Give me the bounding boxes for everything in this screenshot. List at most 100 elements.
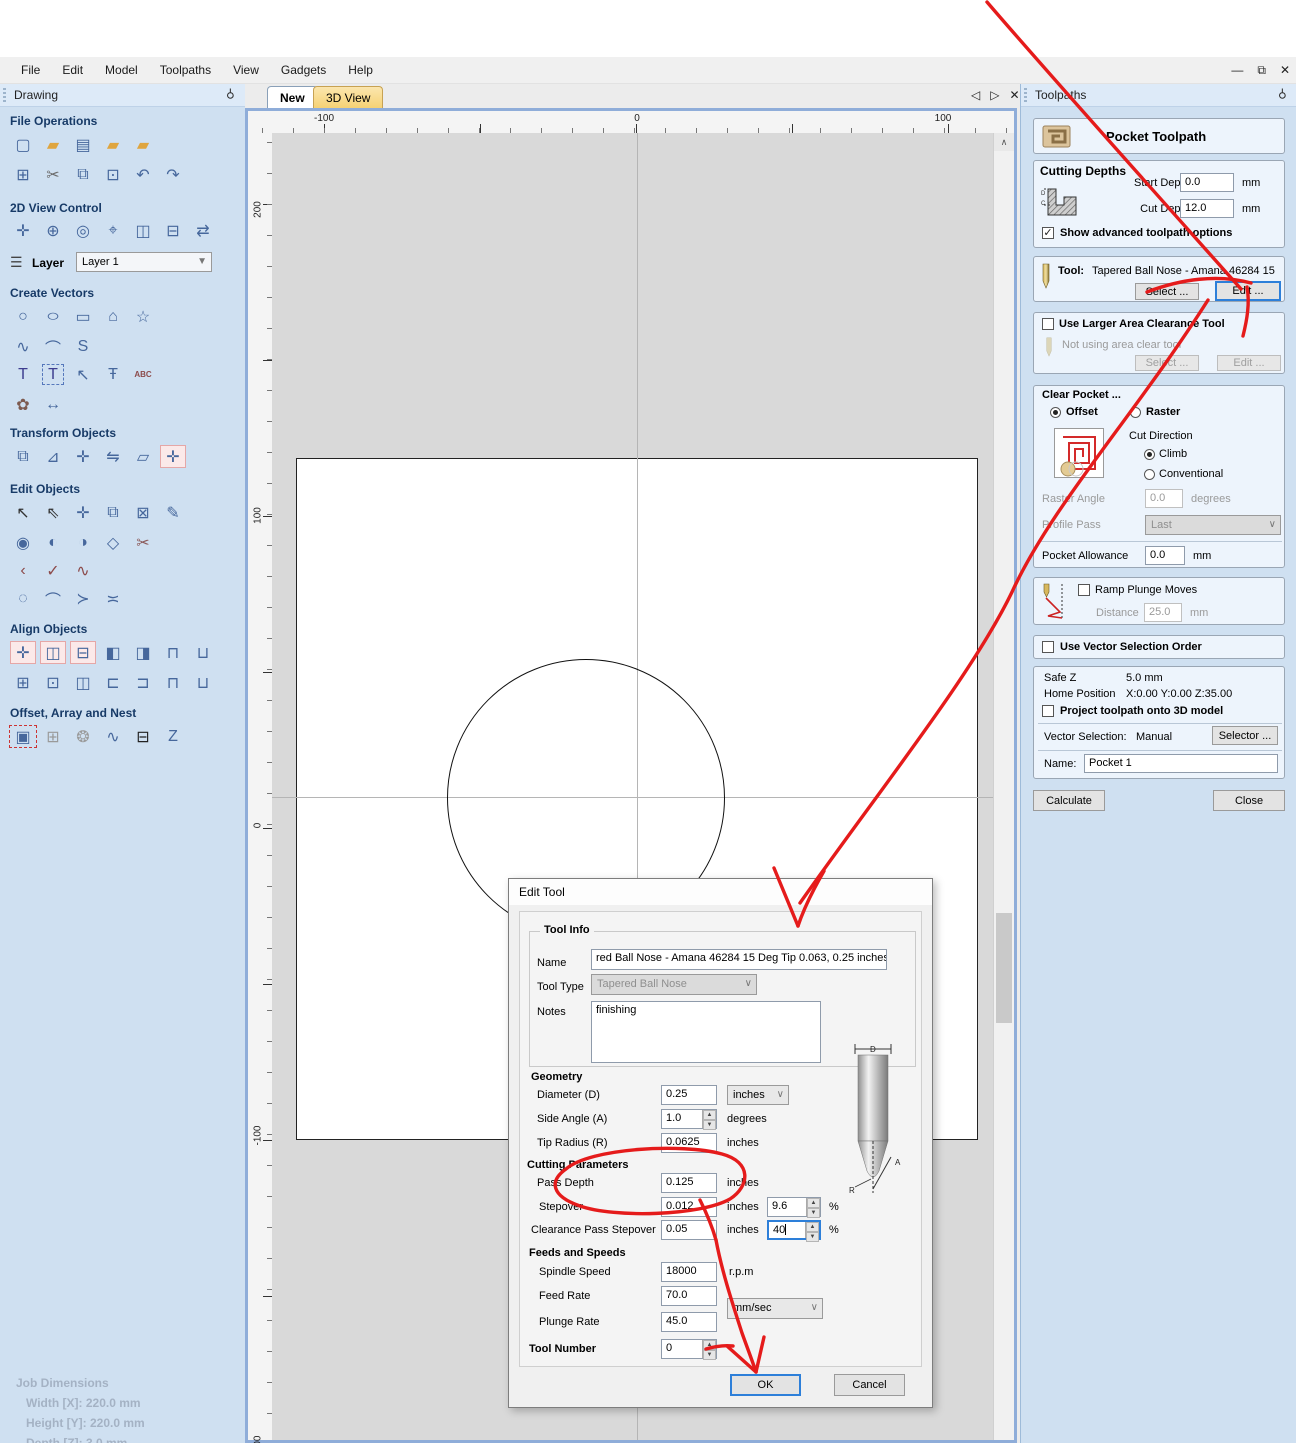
clearance-percent-spinner[interactable]: ▲▼ xyxy=(805,1222,819,1238)
zoom-selected-icon[interactable]: ⌖ xyxy=(98,218,128,243)
ungroup-icon[interactable]: ⊠ xyxy=(128,500,158,525)
ok-button[interactable]: OK xyxy=(730,1374,801,1396)
notes-field[interactable]: finishing xyxy=(591,1001,821,1063)
project-3d-checkbox[interactable] xyxy=(1042,705,1054,717)
draw-arc-icon[interactable]: ⌒ xyxy=(38,334,68,359)
pin-icon[interactable]: ⚲ xyxy=(226,87,235,101)
close-button[interactable]: ✕ xyxy=(1280,63,1290,77)
undo-icon[interactable]: ↶ xyxy=(128,162,158,187)
align-right-icon[interactable]: ◨ xyxy=(128,640,158,665)
restore-button[interactable]: ⧉ xyxy=(1257,63,1266,78)
tool-name-field[interactable]: red Ball Nose - Amana 46284 15 Deg Tip 0… xyxy=(591,949,887,970)
align-outside-left-icon[interactable]: ⊏ xyxy=(98,670,128,695)
cancel-button[interactable]: Cancel xyxy=(834,1374,905,1396)
align-top-icon[interactable]: ⊓ xyxy=(158,640,188,665)
tab-prev-icon[interactable]: ◁ xyxy=(971,88,980,102)
side-angle-spinner[interactable]: ▲▼ xyxy=(702,1110,716,1128)
profile-pass-select[interactable]: Last ∨ xyxy=(1145,515,1281,535)
calculate-button[interactable]: Calculate xyxy=(1033,790,1105,811)
draw-star-icon[interactable]: ☆ xyxy=(128,304,158,329)
advanced-options-checkbox[interactable]: ✓ xyxy=(1042,227,1054,239)
block-array-icon[interactable]: ⊟ xyxy=(128,724,158,749)
panel-grip[interactable] xyxy=(3,88,6,102)
nesting-icon[interactable]: Z xyxy=(158,724,188,749)
draw-curve-icon[interactable]: S xyxy=(68,334,98,359)
tab-3d-view[interactable]: 3D View xyxy=(313,86,383,108)
feed-rate-field[interactable]: 70.0 xyxy=(661,1286,717,1306)
trim-icon[interactable]: ✂ xyxy=(128,530,158,555)
edit-text-icon[interactable]: ↖ xyxy=(68,362,98,387)
interactive-align-icon[interactable]: ✛ xyxy=(160,445,186,468)
draw-text-icon[interactable]: T xyxy=(8,362,38,387)
area-edit-button[interactable]: Edit ... xyxy=(1217,355,1281,371)
climb-radio[interactable] xyxy=(1144,449,1155,460)
close-panel-button[interactable]: Close xyxy=(1213,790,1285,811)
move-origin-icon[interactable]: ✛ xyxy=(68,444,98,469)
measure-icon[interactable]: ✎ xyxy=(158,500,188,525)
align-outside-right-icon[interactable]: ⊐ xyxy=(128,670,158,695)
start-depth-field[interactable]: 0.0 xyxy=(1180,173,1234,192)
vector-boolean-icon[interactable]: ◇ xyxy=(98,530,128,555)
align-sel-x-icon[interactable]: ⊡ xyxy=(38,670,68,695)
stepover-percent-spinner[interactable]: ▲▼ xyxy=(806,1198,820,1216)
insert-clipart-icon[interactable]: ✿ xyxy=(8,392,38,417)
dimension-icon[interactable]: ↔ xyxy=(38,392,68,417)
diameter-units-select[interactable]: inches ∨ xyxy=(727,1085,789,1105)
join-curve-icon[interactable]: ≍ xyxy=(98,586,128,611)
diameter-field[interactable]: 0.25 xyxy=(661,1085,717,1105)
ramp-distance-field[interactable]: 25.0 xyxy=(1144,603,1182,622)
stepover-percent-field[interactable]: 9.6 ▲▼ xyxy=(767,1197,821,1217)
select-icon[interactable]: ↖ xyxy=(8,500,38,525)
toggle-3d-icon[interactable]: ⇄ xyxy=(188,218,218,243)
minimize-button[interactable]: — xyxy=(1231,63,1243,77)
scrollbar-thumb[interactable] xyxy=(996,913,1012,1023)
weld-icon[interactable]: ◉ xyxy=(8,530,38,555)
align-center-material-icon[interactable]: ✛ xyxy=(10,641,36,664)
tab-next-icon[interactable]: ▷ xyxy=(990,88,999,102)
tool-edit-button[interactable]: Edit ... xyxy=(1215,281,1281,301)
text-on-curve-icon[interactable]: ABC xyxy=(128,362,158,387)
new-file-icon[interactable]: ▢ xyxy=(8,132,38,157)
paste-icon[interactable]: ⊡ xyxy=(98,162,128,187)
draw-polygon-icon[interactable]: ⌂ xyxy=(98,304,128,329)
ramp-plunge-checkbox[interactable] xyxy=(1078,584,1090,596)
save-file-icon[interactable]: ▤ xyxy=(68,132,98,157)
vector-order-checkbox[interactable] xyxy=(1042,641,1054,653)
intersect-icon[interactable]: ◑ xyxy=(68,530,98,555)
align-bottom-icon[interactable]: ⊔ xyxy=(188,640,218,665)
scroll-up-icon[interactable]: ∧ xyxy=(994,133,1014,151)
pocket-allowance-field[interactable]: 0.0 xyxy=(1145,546,1185,565)
offset-radio[interactable] xyxy=(1050,407,1061,418)
copy-along-vector-icon[interactable]: ∿ xyxy=(98,724,128,749)
pan-icon[interactable]: ✛ xyxy=(8,218,38,243)
tool-number-spinner[interactable]: ▲▼ xyxy=(702,1340,716,1358)
tab-close-icon[interactable]: ✕ xyxy=(1009,88,1019,102)
align-sel-y-icon[interactable]: ◫ xyxy=(68,670,98,695)
job-setup-icon[interactable]: ⊞ xyxy=(8,162,38,187)
fit-bezier-icon[interactable]: ∿ xyxy=(68,558,98,583)
area-clearance-checkbox[interactable] xyxy=(1042,318,1054,330)
align-center-y-icon[interactable]: ⊟ xyxy=(70,641,96,664)
selector-button[interactable]: Selector ... xyxy=(1212,726,1278,745)
copy-icon[interactable]: ⧉ xyxy=(68,162,98,187)
redo-icon[interactable]: ↷ xyxy=(158,162,188,187)
circular-array-icon[interactable]: ❂ xyxy=(68,724,98,749)
group-icon[interactable]: ⧉ xyxy=(98,500,128,525)
pass-depth-field[interactable]: 0.125 xyxy=(661,1173,717,1193)
open-file-icon[interactable]: ▰ xyxy=(38,132,68,157)
import-vectors-icon[interactable]: ▰ xyxy=(98,132,128,157)
align-outside-bottom-icon[interactable]: ⊔ xyxy=(188,670,218,695)
spindle-speed-field[interactable]: 18000 xyxy=(661,1262,717,1282)
vertical-scrollbar[interactable]: ∧ xyxy=(993,133,1014,1440)
tool-number-field[interactable]: 0 ▲▼ xyxy=(661,1339,717,1359)
panel-grip[interactable] xyxy=(1024,88,1027,102)
set-size-icon[interactable]: ⊿ xyxy=(38,444,68,469)
move-selection-icon[interactable]: ✛ xyxy=(68,500,98,525)
zoom-fit-icon[interactable]: ◫ xyxy=(128,218,158,243)
fit-arc-icon[interactable]: ‹ xyxy=(8,558,38,583)
conventional-radio[interactable] xyxy=(1144,469,1155,480)
pin-icon[interactable]: ⚲ xyxy=(1278,87,1287,101)
fit-curve-icon[interactable]: ✓ xyxy=(38,558,68,583)
cut-depth-field[interactable]: 12.0 xyxy=(1180,199,1234,218)
raster-angle-field[interactable]: 0.0 xyxy=(1145,489,1183,508)
